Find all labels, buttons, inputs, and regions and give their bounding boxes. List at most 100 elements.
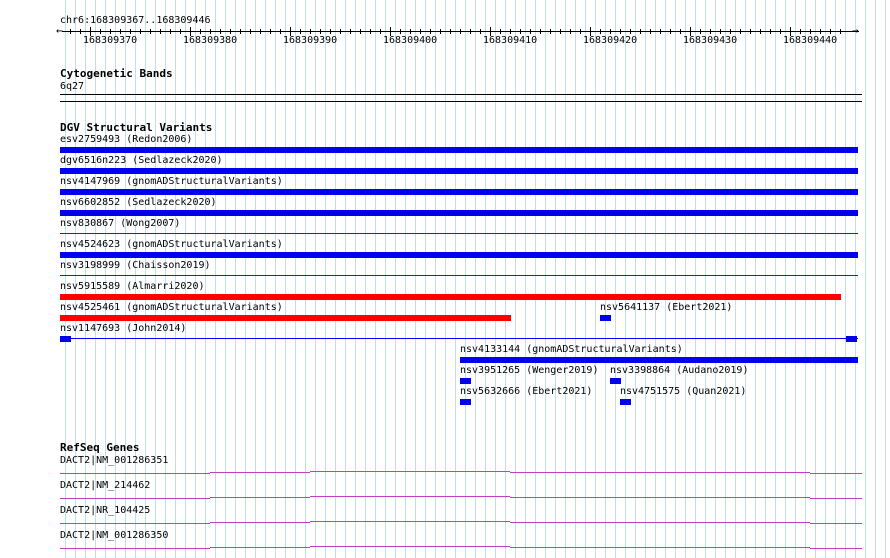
dgv-feature-bar[interactable] xyxy=(60,233,858,234)
dgv-feature-label[interactable]: nsv4525461 (gnomADStructuralVariants) xyxy=(60,302,283,314)
grid-line xyxy=(345,0,346,558)
ruler-minor-tick xyxy=(230,29,231,34)
dgv-feature-bar[interactable] xyxy=(620,399,631,405)
ruler-minor-tick xyxy=(720,29,721,34)
dgv-feature-bar[interactable] xyxy=(600,315,611,321)
dgv-feature-bar[interactable] xyxy=(60,315,511,321)
refseq-intron-line[interactable] xyxy=(810,523,862,524)
ruler-tick-label: 168309430 xyxy=(683,35,738,46)
ruler-minor-tick xyxy=(810,29,811,34)
dgv-feature-label[interactable]: nsv3198999 (Chaisson2019) xyxy=(60,260,211,272)
ruler-minor-tick xyxy=(280,29,281,34)
refseq-exon-line[interactable] xyxy=(210,472,310,473)
ruler-minor-tick xyxy=(420,29,421,34)
dgv-feature-label[interactable]: nsv5641137 (Ebert2021) xyxy=(600,302,732,314)
ruler-minor-tick xyxy=(710,29,711,34)
refseq-gene-label[interactable]: DACT2|NR_104425 xyxy=(60,505,150,517)
refseq-intron-line[interactable] xyxy=(60,523,210,524)
ruler-minor-tick xyxy=(210,29,211,34)
dgv-feature-line[interactable] xyxy=(60,338,858,339)
dgv-feature-label[interactable]: nsv4133144 (gnomADStructuralVariants) xyxy=(460,344,683,356)
refseq-intron-line[interactable] xyxy=(60,548,210,549)
dgv-feature-label[interactable]: nsv1147693 (John2014) xyxy=(60,323,186,335)
refseq-intron-line[interactable] xyxy=(810,473,862,474)
refseq-exon-line[interactable] xyxy=(310,521,510,522)
genome-browser-view: chr6:168309367..168309446 ← → 1683093701… xyxy=(0,0,890,558)
refseq-exon-line[interactable] xyxy=(210,497,310,498)
refseq-exon-line[interactable] xyxy=(510,522,810,523)
grid-line xyxy=(775,0,776,558)
dgv-track-title: DGV Structural Variants xyxy=(60,121,213,134)
dgv-feature-bar[interactable] xyxy=(460,357,858,363)
refseq-exon-line[interactable] xyxy=(510,472,810,473)
dgv-feature-label[interactable]: nsv830867 (Wong2007) xyxy=(60,218,180,230)
refseq-exon-line[interactable] xyxy=(310,546,510,547)
refseq-exon-line[interactable] xyxy=(510,497,810,498)
grid-line xyxy=(755,0,756,558)
ruler-minor-tick xyxy=(350,29,351,34)
grid-line xyxy=(335,0,336,558)
ruler-minor-tick xyxy=(300,29,301,34)
refseq-intron-line[interactable] xyxy=(810,548,862,549)
dgv-feature-bar[interactable] xyxy=(60,189,858,195)
grid-line xyxy=(255,0,256,558)
grid-line xyxy=(275,0,276,558)
dgv-feature-label[interactable]: nsv3951265 (Wenger2019) xyxy=(460,365,598,377)
dgv-feature-block[interactable] xyxy=(846,336,857,342)
dgv-feature-bar[interactable] xyxy=(460,399,471,405)
grid-line xyxy=(445,0,446,558)
dgv-feature-bar[interactable] xyxy=(60,275,858,276)
dgv-feature-label[interactable]: nsv6602852 (Sedlazeck2020) xyxy=(60,197,217,209)
refseq-intron-line[interactable] xyxy=(60,473,210,474)
refseq-exon-line[interactable] xyxy=(510,547,810,548)
refseq-exon-line[interactable] xyxy=(210,547,310,548)
dgv-feature-bar[interactable] xyxy=(60,294,841,300)
grid-line xyxy=(685,0,686,558)
dgv-feature-bar[interactable] xyxy=(60,168,858,174)
dgv-feature-label[interactable]: esv2759493 (Redon2006) xyxy=(60,134,192,146)
refseq-gene-label[interactable]: DACT2|NM_001286350 xyxy=(60,530,168,542)
grid-line xyxy=(555,0,556,558)
grid-line xyxy=(875,0,876,558)
dgv-feature-bar[interactable] xyxy=(60,147,858,153)
ruler-minor-tick xyxy=(240,29,241,34)
refseq-exon-line[interactable] xyxy=(210,522,310,523)
refseq-gene-label[interactable]: DACT2|NM_001286351 xyxy=(60,455,168,467)
ruler-minor-tick xyxy=(110,29,111,34)
dgv-feature-bar[interactable] xyxy=(60,252,858,258)
ruler-minor-tick xyxy=(460,29,461,34)
refseq-intron-line[interactable] xyxy=(60,498,210,499)
dgv-feature-label[interactable]: nsv4147969 (gnomADStructuralVariants) xyxy=(60,176,283,188)
ruler-minor-tick xyxy=(600,29,601,34)
refseq-exon-line[interactable] xyxy=(310,496,510,497)
grid-line xyxy=(205,0,206,558)
dgv-feature-block[interactable] xyxy=(60,336,71,342)
dgv-feature-bar[interactable] xyxy=(610,378,621,384)
ruler-minor-tick xyxy=(80,29,81,34)
grid-line xyxy=(855,0,856,558)
ruler-tick-label: 168309440 xyxy=(783,35,838,46)
refseq-exon-line[interactable] xyxy=(310,471,510,472)
refseq-gene-label[interactable]: DACT2|NM_214462 xyxy=(60,480,150,492)
ruler-minor-tick xyxy=(140,29,141,34)
dgv-feature-label[interactable]: nsv4751575 (Quan2021) xyxy=(620,386,746,398)
dgv-feature-label[interactable]: nsv5915589 (Almarri2020) xyxy=(60,281,205,293)
dgv-feature-label[interactable]: nsv4524623 (gnomADStructuralVariants) xyxy=(60,239,283,251)
grid-line xyxy=(785,0,786,558)
ruler-minor-tick xyxy=(800,29,801,34)
ruler-minor-tick xyxy=(650,29,651,34)
dgv-feature-label[interactable]: dgv6516n223 (Sedlazeck2020) xyxy=(60,155,223,167)
ruler-minor-tick xyxy=(580,29,581,34)
grid-line xyxy=(395,0,396,558)
grid-line xyxy=(745,0,746,558)
dgv-feature-bar[interactable] xyxy=(60,210,858,216)
grid-line xyxy=(655,0,656,558)
dgv-feature-bar[interactable] xyxy=(460,378,471,384)
grid-line xyxy=(675,0,676,558)
grid-line xyxy=(155,0,156,558)
grid-line xyxy=(365,0,366,558)
ruler-minor-tick xyxy=(680,29,681,34)
dgv-feature-label[interactable]: nsv5632666 (Ebert2021) xyxy=(460,386,592,398)
refseq-intron-line[interactable] xyxy=(810,498,862,499)
dgv-feature-label[interactable]: nsv3398864 (Audano2019) xyxy=(610,365,748,377)
